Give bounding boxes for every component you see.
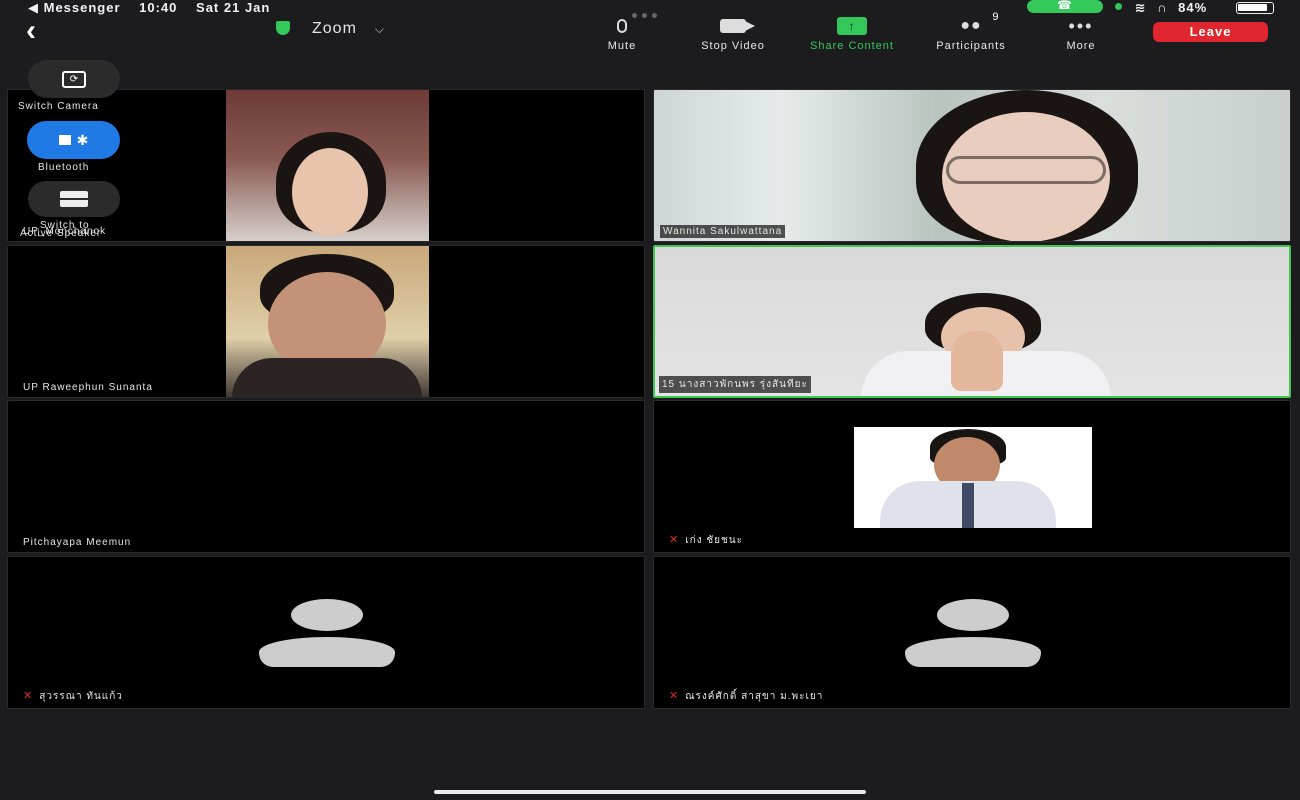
participant-video [654, 90, 1290, 241]
hands [951, 331, 1003, 391]
participant-name: สุวรรณา ทันแก้ว [39, 691, 123, 702]
multitask-dots-icon[interactable] [632, 6, 666, 18]
stop-video-button[interactable]: Stop Video [686, 16, 780, 52]
video-tile[interactable]: Pitchayapa Meemun [7, 400, 645, 553]
participant-name-row: ✕ เก่ง ชัยชนะ [666, 532, 746, 549]
back-chevron-icon[interactable]: ‹ [26, 14, 36, 48]
participant-name: 15 นางสาวพักนพร รุ่งสันทียะ [659, 376, 811, 393]
meeting-title[interactable]: Zoom ⌵ [276, 20, 385, 38]
meeting-title-text: Zoom [312, 20, 357, 37]
back-to-app-link[interactable]: ◀ Messenger [28, 0, 121, 15]
more-button[interactable]: ••• More [1058, 15, 1104, 53]
speaker-icon [58, 135, 71, 145]
participant-name: Pitchayapa Meemun [23, 537, 132, 548]
microphone-icon [617, 19, 627, 33]
participant-video [854, 427, 1092, 528]
avatar-head [291, 599, 363, 631]
participant-name: UP Raweephun Sunanta [23, 382, 153, 393]
participant-name-row: ✕ ณรงค์ศักดิ์ สาสุขา ม.พะเยา [666, 688, 826, 705]
participant-video [226, 90, 429, 241]
shirt [232, 358, 422, 397]
leave-button[interactable]: Leave [1153, 22, 1268, 42]
status-time: 10:40 [139, 0, 178, 15]
participant-name: ณรงค์ศักดิ์ สาสุขา ม.พะเยา [685, 691, 824, 702]
active-call-icon[interactable] [1027, 0, 1103, 13]
tie [962, 483, 974, 528]
ellipsis-icon: ••• [1068, 15, 1094, 36]
video-tile-active-speaker[interactable]: 15 นางสาวพักนพร รุ่งสันทียะ [653, 245, 1291, 398]
headphones-icon: ∩ [1157, 0, 1168, 15]
participants-button[interactable]: ●● 9 Participants [920, 11, 1022, 52]
switch-view-button[interactable] [28, 181, 120, 217]
video-tile[interactable]: UP Raweephun Sunanta [7, 245, 645, 398]
video-tile[interactable]: ✕ สุวรรณา ทันแก้ว [7, 556, 645, 709]
mute-label: Mute [607, 40, 637, 52]
mute-button[interactable]: Mute [598, 16, 646, 52]
avatar-body [905, 637, 1041, 667]
stop-video-label: Stop Video [701, 40, 765, 52]
mic-muted-icon: ✕ [669, 534, 680, 546]
camera-rotate-icon: ⟳ [62, 70, 86, 88]
encryption-shield-icon [276, 21, 290, 35]
battery-icon [1236, 2, 1274, 14]
video-camera-icon [720, 19, 755, 33]
bluetooth-icon: ✱ [76, 131, 89, 148]
battery-percent: 84% [1178, 0, 1208, 15]
participant-video [655, 247, 1289, 396]
home-indicator[interactable] [434, 790, 866, 794]
status-bar: ◀ Messenger 10:40 Sat 21 Jan ≋ ∩ 84% [0, 0, 1300, 18]
participant-video [226, 246, 429, 397]
share-content-button[interactable]: ↑ Share Content [792, 16, 912, 52]
bluetooth-label: Bluetooth [38, 162, 90, 173]
bluetooth-audio-button[interactable]: ✱ [27, 121, 120, 159]
chevron-down-icon: ⌵ [374, 22, 386, 36]
more-label: More [1066, 40, 1096, 52]
avatar-head [937, 599, 1009, 631]
participant-name: เก่ง ชัยชนะ [685, 535, 743, 546]
gallery-view-icon [60, 191, 88, 207]
active-speaker-label: Active Speaker [20, 228, 102, 239]
switch-camera-label: Switch Camera [18, 101, 99, 112]
share-label: Share Content [810, 40, 894, 52]
video-tile[interactable]: ✕ ณรงค์ศักดิ์ สาสุขา ม.พะเยา [653, 556, 1291, 709]
avatar-body [259, 637, 395, 667]
video-tile[interactable]: ✕ เก่ง ชัยชนะ [653, 400, 1291, 553]
share-arrow-icon: ↑ [837, 17, 867, 35]
video-tile[interactable]: UP_Monchanok [7, 89, 645, 242]
switch-camera-button[interactable]: ⟳ [28, 60, 120, 98]
participant-name-row: ✕ สุวรรณา ทันแก้ว [20, 688, 126, 705]
participants-label: Participants [936, 40, 1006, 52]
participants-count: 9 [992, 11, 1000, 23]
wifi-icon: ≋ [1134, 0, 1147, 15]
video-tile[interactable]: Wannita Sakulwattana [653, 89, 1291, 242]
camera-in-use-icon [1115, 3, 1122, 10]
status-date: Sat 21 Jan [196, 0, 271, 15]
mic-muted-icon: ✕ [23, 690, 34, 702]
participant-name: Wannita Sakulwattana [660, 225, 786, 238]
glasses [946, 156, 1106, 184]
participants-icon: ●● 9 [960, 11, 1000, 34]
mic-muted-icon: ✕ [669, 690, 680, 702]
